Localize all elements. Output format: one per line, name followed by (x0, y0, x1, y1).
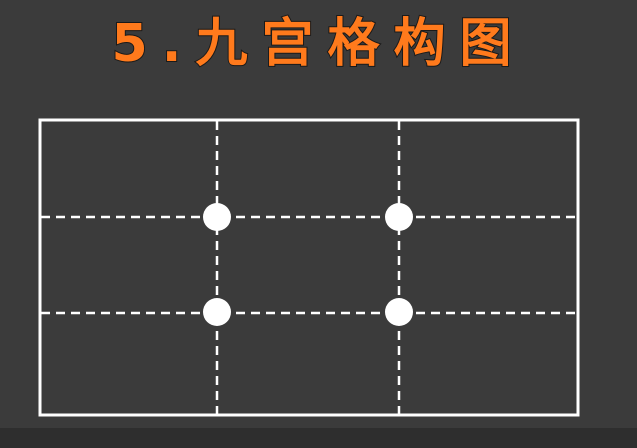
intersection-point-bottom-left (203, 298, 231, 326)
frame-border (38, 118, 580, 417)
intersection-point-bottom-right (385, 298, 413, 326)
thirds-grid-diagram (38, 118, 580, 417)
slide: 5.九宫格构图 (0, 0, 637, 448)
bottom-band (0, 428, 637, 448)
intersection-point-top-right (385, 203, 413, 231)
intersection-point-top-left (203, 203, 231, 231)
